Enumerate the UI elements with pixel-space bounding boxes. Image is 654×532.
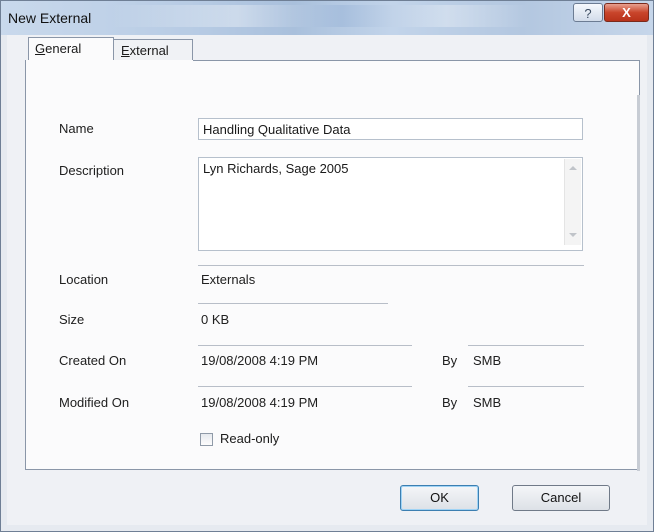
name-label: Name xyxy=(59,121,94,136)
created-on-label: Created On xyxy=(59,353,127,368)
title-bar[interactable]: New External ? X xyxy=(1,1,653,35)
location-value: Externals xyxy=(201,272,256,287)
tab-general[interactable]: General xyxy=(28,37,114,61)
modified-by-label: By xyxy=(442,395,458,410)
scroll-up-icon[interactable] xyxy=(569,166,577,170)
size-top-rule xyxy=(198,303,388,304)
help-icon: ? xyxy=(584,6,592,21)
close-button[interactable]: X xyxy=(604,3,649,22)
created-top-rule xyxy=(198,345,412,346)
modified-on-label: Modified On xyxy=(59,395,130,410)
location-top-rule xyxy=(198,265,584,266)
description-scrollbar[interactable] xyxy=(564,159,581,245)
read-only-checkbox[interactable] xyxy=(200,433,213,446)
close-icon: X xyxy=(622,5,631,20)
created-on-value: 19/08/2008 4:19 PM xyxy=(201,353,319,368)
help-button[interactable]: ? xyxy=(573,3,603,22)
name-input-value: Handling Qualitative Data xyxy=(203,122,351,137)
tab-general-rest: eneral xyxy=(45,41,82,56)
created-by-top-rule xyxy=(468,345,584,346)
panel-right-shadow xyxy=(637,95,640,471)
cancel-button[interactable]: Cancel xyxy=(512,485,610,511)
tab-general-accel: G xyxy=(35,41,46,56)
dialog-title: New External xyxy=(8,10,92,26)
description-label: Description xyxy=(59,163,125,178)
modified-by-top-rule xyxy=(468,386,584,387)
location-label: Location xyxy=(59,272,109,287)
size-label: Size xyxy=(59,312,85,327)
modified-by-value: SMB xyxy=(473,395,502,410)
created-by-label: By xyxy=(442,353,458,368)
tab-external[interactable]: External xyxy=(113,39,193,61)
new-external-dialog: New External ? X General External Name H… xyxy=(0,0,654,532)
panel-top-border xyxy=(193,60,640,61)
tab-external-accel: E xyxy=(121,43,130,58)
title-bar-glow xyxy=(111,5,531,27)
modified-top-rule xyxy=(198,386,412,387)
created-by-value: SMB xyxy=(473,353,502,368)
ok-button[interactable]: OK xyxy=(400,485,479,511)
description-textarea[interactable]: Lyn Richards, Sage 2005 xyxy=(198,157,583,251)
name-input[interactable]: Handling Qualitative Data xyxy=(198,118,583,140)
tab-external-rest: xternal xyxy=(129,43,169,58)
size-value: 0 KB xyxy=(201,312,230,327)
read-only-label[interactable]: Read-only xyxy=(220,431,279,446)
description-value: Lyn Richards, Sage 2005 xyxy=(203,161,349,176)
scroll-down-icon[interactable] xyxy=(569,233,577,237)
modified-on-value: 19/08/2008 4:19 PM xyxy=(201,395,319,410)
